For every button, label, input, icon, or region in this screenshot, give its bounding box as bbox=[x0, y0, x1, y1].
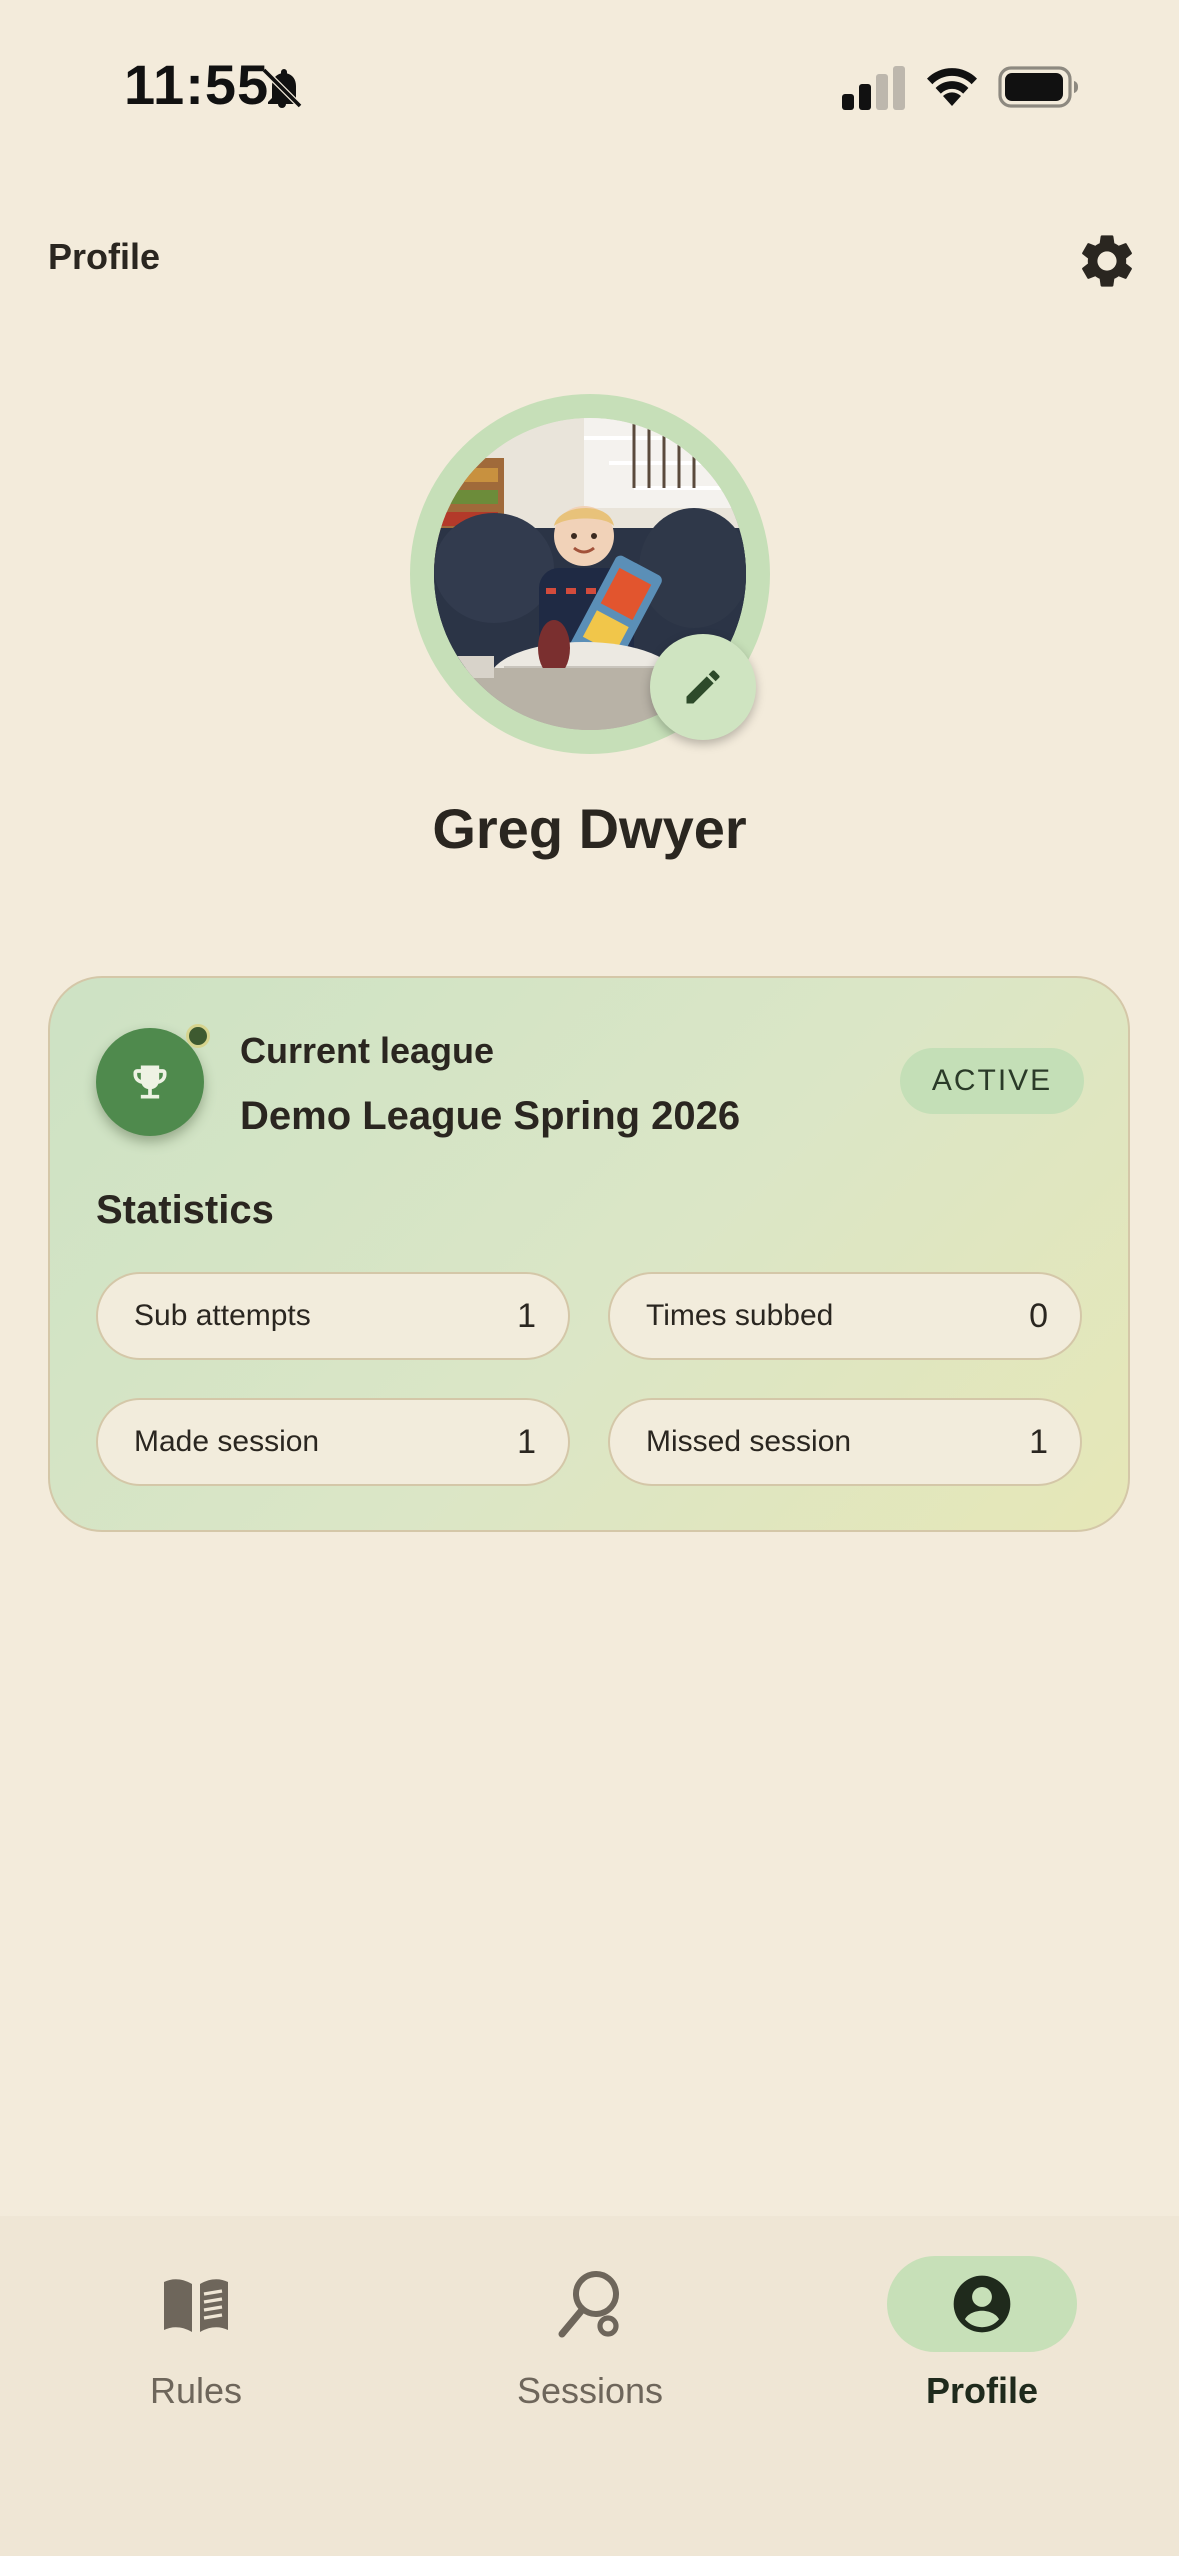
racket-icon bbox=[558, 2271, 619, 2338]
league-card: Current league Demo League Spring 2026 A… bbox=[48, 976, 1130, 1532]
nav-icon-container bbox=[495, 2256, 685, 2352]
bottom-navigation: Rules Sessions Profile bbox=[0, 2216, 1179, 2556]
book-icon bbox=[164, 2279, 228, 2332]
stat-times-subbed: Times subbed 0 bbox=[608, 1272, 1082, 1360]
stat-value: 0 bbox=[1029, 1296, 1048, 1335]
profile-screen: 11:55 Profile Greg Dwyer Current league … bbox=[0, 0, 1179, 2556]
status-dot bbox=[186, 1024, 210, 1048]
stat-value: 1 bbox=[1029, 1422, 1048, 1461]
status-bar: 11:55 bbox=[0, 0, 1179, 170]
trophy-icon bbox=[133, 1065, 167, 1099]
status-badge: ACTIVE bbox=[900, 1048, 1084, 1114]
battery-icon bbox=[998, 66, 1078, 108]
bell-off-icon bbox=[261, 67, 303, 109]
stat-value: 1 bbox=[517, 1422, 536, 1461]
stat-missed-session: Missed session 1 bbox=[608, 1398, 1082, 1486]
nav-label: Sessions bbox=[516, 2370, 664, 2411]
stat-made-session: Made session 1 bbox=[96, 1398, 570, 1486]
nav-item-rules[interactable]: Rules bbox=[66, 2256, 326, 2436]
statistics-title: Statistics bbox=[96, 1188, 274, 1232]
stat-label: Missed session bbox=[646, 1425, 852, 1458]
league-label: Current league bbox=[240, 1030, 495, 1071]
stat-label: Sub attempts bbox=[134, 1299, 311, 1332]
gear-icon bbox=[1082, 235, 1132, 287]
nav-item-sessions[interactable]: Sessions bbox=[460, 2256, 720, 2436]
league-name: Demo League Spring 2026 bbox=[240, 1094, 741, 1138]
account-circle-icon bbox=[953, 2275, 1011, 2333]
stat-label: Made session bbox=[134, 1425, 320, 1458]
nav-icon-container bbox=[887, 2256, 1077, 2352]
status-time: 11:55 bbox=[124, 53, 270, 116]
nav-item-profile[interactable]: Profile bbox=[852, 2256, 1112, 2436]
trophy-badge bbox=[96, 1028, 204, 1136]
pencil-icon bbox=[686, 670, 720, 704]
stat-label: Times subbed bbox=[646, 1299, 834, 1332]
wifi-icon bbox=[927, 68, 977, 106]
nav-label: Rules bbox=[149, 2370, 243, 2411]
stat-sub-attempts: Sub attempts 1 bbox=[96, 1272, 570, 1360]
nav-icon-container bbox=[101, 2256, 291, 2352]
stat-value: 1 bbox=[517, 1296, 536, 1335]
edit-avatar-button[interactable] bbox=[650, 634, 756, 740]
cellular-signal-icon bbox=[842, 66, 905, 110]
nav-label: Profile bbox=[925, 2370, 1039, 2411]
page-title: Profile bbox=[48, 236, 161, 277]
user-name: Greg Dwyer bbox=[432, 797, 747, 860]
settings-button[interactable] bbox=[1072, 226, 1142, 296]
